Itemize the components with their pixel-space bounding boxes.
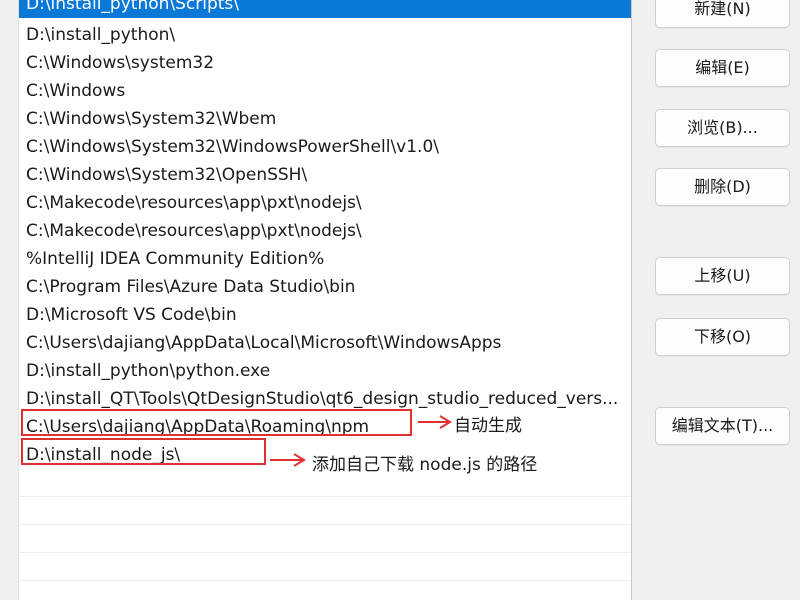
path-row[interactable]: C:\Program Files\Azure Data Studio\bin bbox=[19, 273, 631, 301]
path-list[interactable]: D:\install_python\Scripts\ D:\install_py… bbox=[18, 0, 632, 600]
path-row-text: D:\install_python\ bbox=[26, 25, 176, 45]
empty-row[interactable] bbox=[19, 497, 631, 525]
path-row-text: C:\Makecode\resources\app\pxt\nodejs\ bbox=[26, 221, 362, 241]
annotation-added-nodejs: 添加自己下载 node.js 的路径 bbox=[312, 455, 538, 475]
path-row-text: C:\Users\dajiang\AppData\Local\Microsoft… bbox=[26, 333, 502, 353]
path-row-text: C:\Windows bbox=[26, 81, 126, 101]
path-row-text: D:\install_python\python.exe bbox=[26, 361, 271, 381]
path-row-text: C:\Makecode\resources\app\pxt\nodejs\ bbox=[26, 193, 362, 213]
path-row-text: D:\install_python\Scripts\ bbox=[26, 0, 240, 14]
edit-environment-variable-dialog: D:\install_python\Scripts\ D:\install_py… bbox=[0, 0, 800, 600]
path-row[interactable]: C:\Windows\System32\OpenSSH\ bbox=[19, 161, 631, 189]
highlight-box-npm bbox=[21, 409, 412, 436]
highlight-box-nodejs bbox=[21, 438, 266, 465]
path-row-text: C:\Windows\System32\WindowsPowerShell\v1… bbox=[26, 137, 439, 157]
path-row[interactable]: D:\install_python\Scripts\ bbox=[19, 0, 631, 18]
delete-button[interactable]: 删除(D) bbox=[655, 168, 790, 206]
empty-row[interactable] bbox=[19, 581, 631, 600]
path-row-text: D:\Microsoft VS Code\bin bbox=[26, 305, 237, 325]
edit-text-button[interactable]: 编辑文本(T)... bbox=[655, 407, 790, 445]
path-row[interactable]: C:\Windows\system32 bbox=[19, 49, 631, 77]
empty-row[interactable] bbox=[19, 525, 631, 553]
path-row[interactable]: %IntelliJ IDEA Community Edition% bbox=[19, 245, 631, 273]
path-row[interactable]: C:\Windows bbox=[19, 77, 631, 105]
empty-row[interactable] bbox=[19, 553, 631, 581]
path-row-text: C:\Windows\System32\OpenSSH\ bbox=[26, 165, 308, 185]
browse-button[interactable]: 浏览(B)... bbox=[655, 109, 790, 147]
new-button[interactable]: 新建(N) bbox=[655, 0, 790, 28]
path-row-text: C:\Windows\system32 bbox=[26, 53, 215, 73]
path-row[interactable]: D:\install_python\python.exe bbox=[19, 357, 631, 385]
move-up-button[interactable]: 上移(U) bbox=[655, 257, 790, 295]
path-row[interactable]: C:\Makecode\resources\app\pxt\nodejs\ bbox=[19, 217, 631, 245]
path-row[interactable]: D:\install_python\ bbox=[19, 21, 631, 49]
path-row[interactable]: C:\Users\dajiang\AppData\Local\Microsoft… bbox=[19, 329, 631, 357]
path-row-text: D:\install_QT\Tools\QtDesignStudio\qt6_d… bbox=[26, 389, 619, 409]
annotation-auto-generated: 自动生成 bbox=[454, 416, 522, 436]
path-row-text: C:\Program Files\Azure Data Studio\bin bbox=[26, 277, 356, 297]
path-row[interactable]: D:\Microsoft VS Code\bin bbox=[19, 301, 631, 329]
path-row[interactable]: C:\Windows\System32\WindowsPowerShell\v1… bbox=[19, 133, 631, 161]
path-row-text: C:\Windows\System32\Wbem bbox=[26, 109, 277, 129]
path-row-text: %IntelliJ IDEA Community Edition% bbox=[26, 249, 325, 269]
path-row[interactable]: C:\Makecode\resources\app\pxt\nodejs\ bbox=[19, 189, 631, 217]
path-row[interactable]: C:\Windows\System32\Wbem bbox=[19, 105, 631, 133]
edit-button[interactable]: 编辑(E) bbox=[655, 49, 790, 87]
move-down-button[interactable]: 下移(O) bbox=[655, 318, 790, 356]
